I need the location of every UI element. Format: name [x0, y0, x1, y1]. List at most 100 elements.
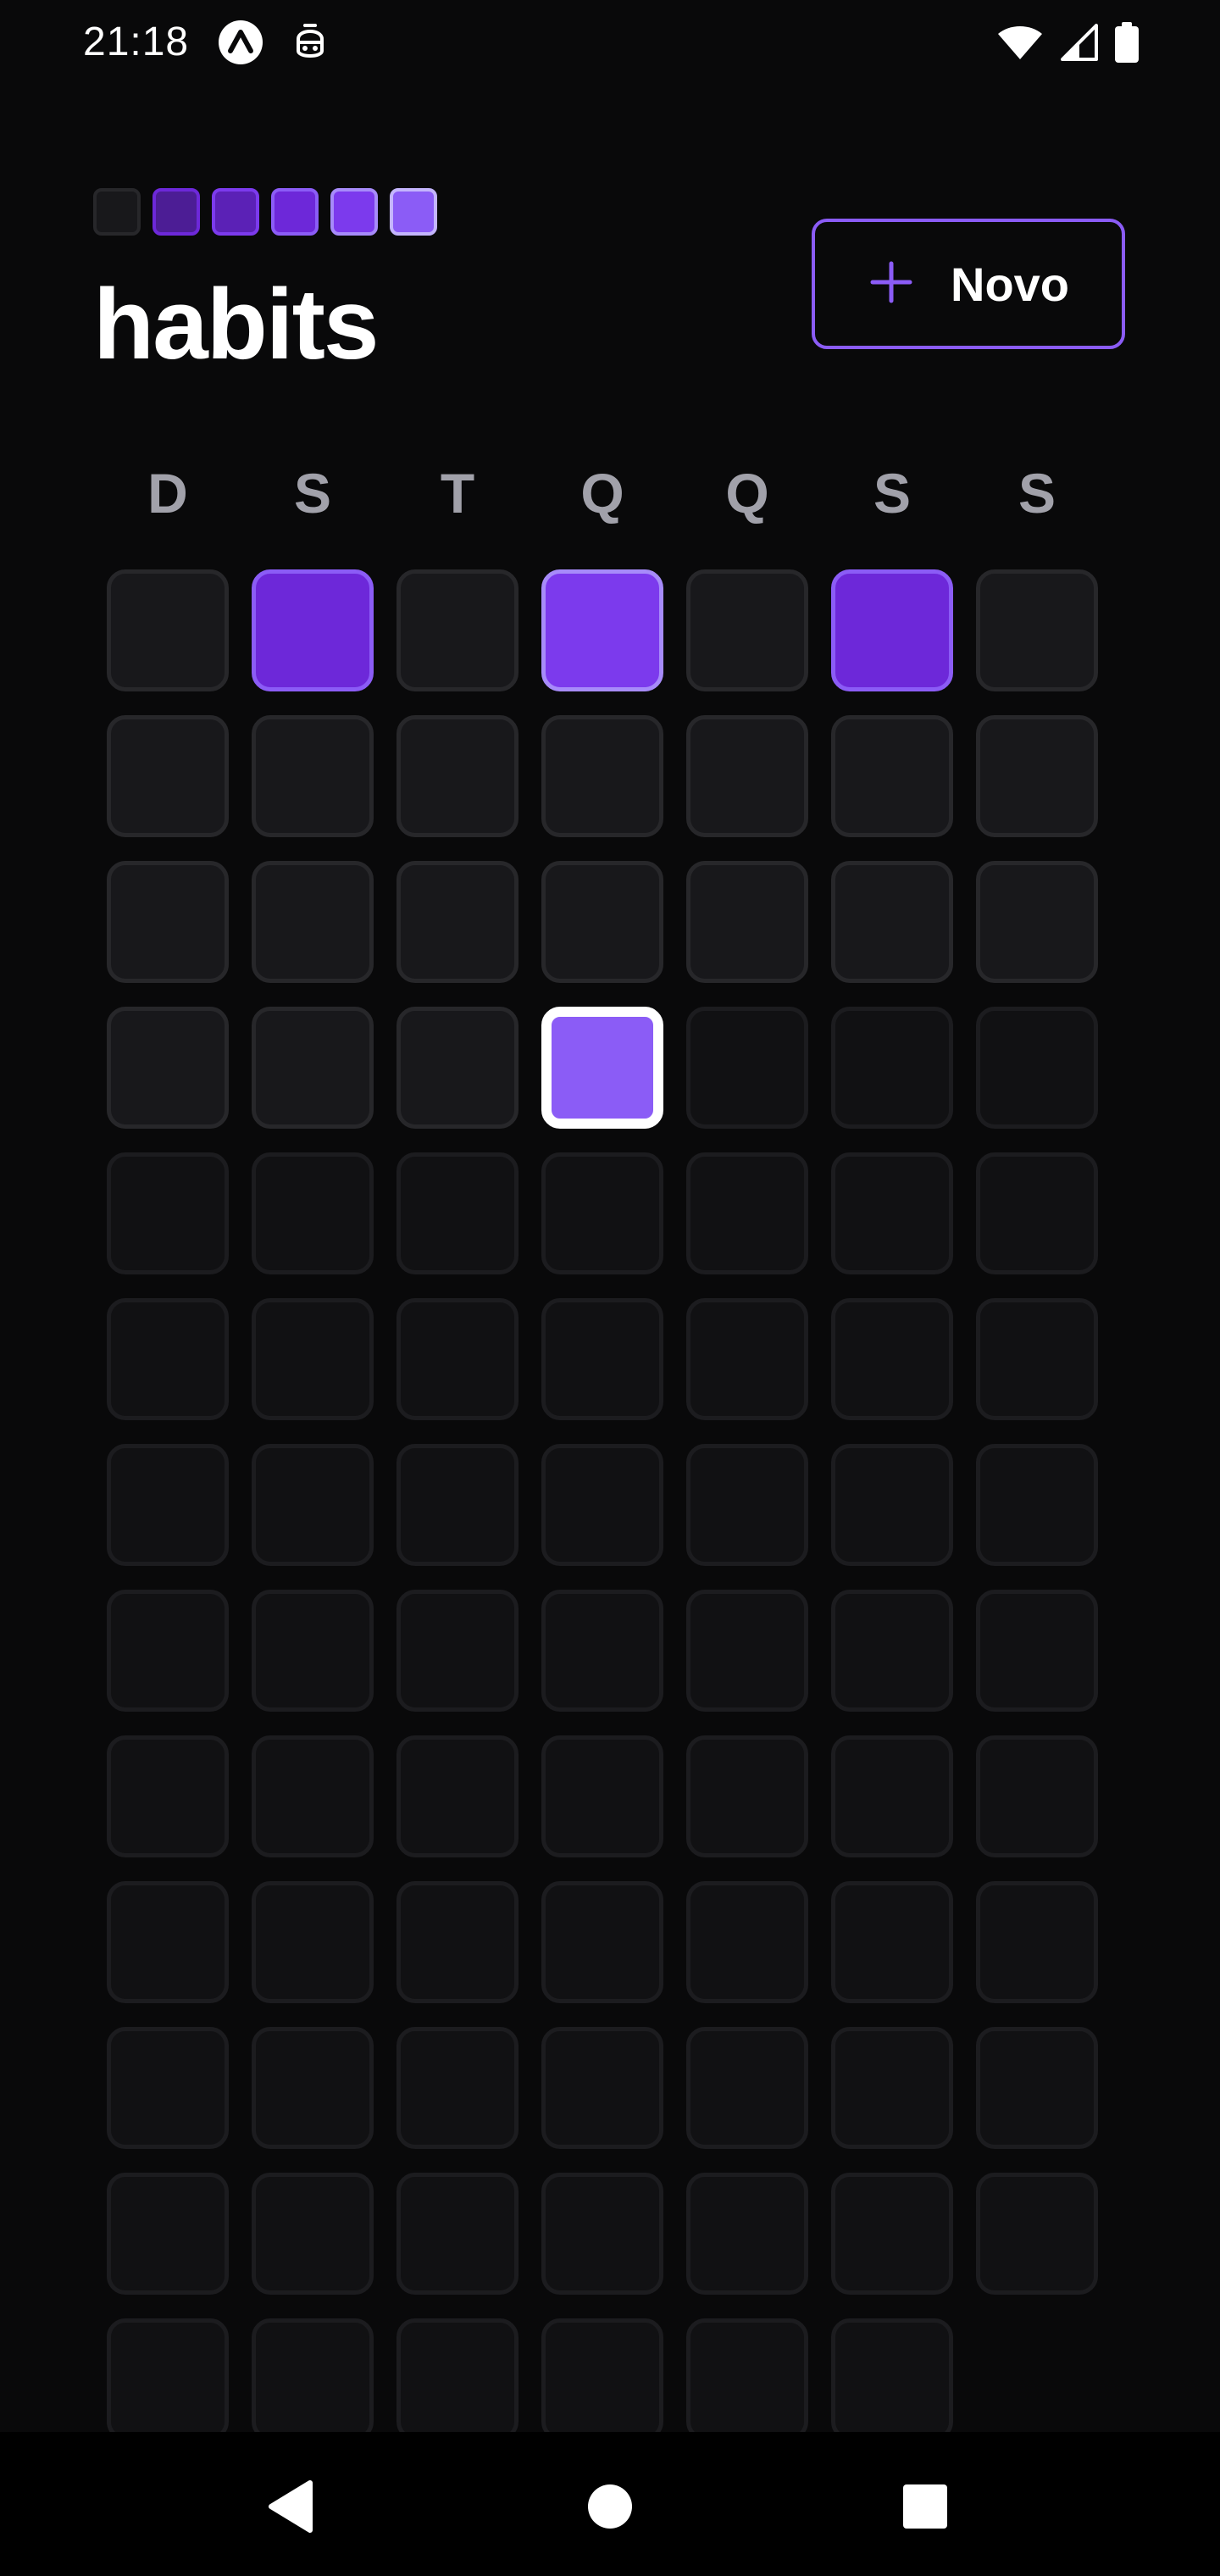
- status-bar: 21:18: [0, 0, 1220, 85]
- future-day-cell: [107, 1444, 229, 1566]
- habit-day-cell[interactable]: [976, 569, 1098, 691]
- habit-day-cell[interactable]: [396, 861, 518, 983]
- recents-button[interactable]: [895, 2476, 956, 2537]
- week-day-label: S: [873, 462, 912, 525]
- week-day-label: D: [147, 462, 188, 525]
- future-day-cell: [252, 1152, 374, 1274]
- future-day-cell: [252, 1735, 374, 1857]
- future-day-cell: [396, 1881, 518, 2003]
- future-day-cell: [686, 1881, 808, 2003]
- future-day-cell: [686, 1735, 808, 1857]
- habit-day-cell[interactable]: [396, 1007, 518, 1129]
- home-icon: [588, 2484, 632, 2529]
- logo-square: [330, 188, 378, 236]
- future-day-cell: [541, 1881, 663, 2003]
- habit-day-cell[interactable]: [976, 715, 1098, 837]
- future-day-cell: [831, 1298, 953, 1420]
- future-day-cell: [541, 2027, 663, 2149]
- future-day-cell: [541, 1590, 663, 1712]
- future-day-cell: [976, 2027, 1098, 2149]
- navigation-bar: [0, 2432, 1220, 2576]
- battery-icon: [1115, 22, 1139, 63]
- future-day-cell: [686, 2318, 808, 2440]
- future-day-cell: [976, 1444, 1098, 1566]
- habit-day-cell[interactable]: [107, 1007, 229, 1129]
- future-day-cell: [252, 1298, 374, 1420]
- habit-day-cell[interactable]: [252, 1007, 374, 1129]
- expo-go-icon: [217, 19, 264, 66]
- future-day-cell: [107, 1298, 229, 1420]
- future-day-cell: [686, 1152, 808, 1274]
- habit-day-cell[interactable]: [686, 861, 808, 983]
- future-day-cell: [976, 1298, 1098, 1420]
- habit-day-cell[interactable]: [396, 569, 518, 691]
- habit-day-cell[interactable]: [252, 861, 374, 983]
- habit-day-cell[interactable]: [831, 715, 953, 837]
- habit-day-cell[interactable]: [976, 861, 1098, 983]
- future-day-cell: [686, 2027, 808, 2149]
- future-day-cell: [252, 1444, 374, 1566]
- future-day-cell: [541, 1735, 663, 1857]
- wifi-icon: [996, 24, 1044, 61]
- future-day-cell: [686, 1007, 808, 1129]
- habit-day-cell[interactable]: [107, 715, 229, 837]
- habit-day-cell[interactable]: [396, 715, 518, 837]
- habit-day-cell[interactable]: [107, 569, 229, 691]
- future-day-cell: [396, 1152, 518, 1274]
- habit-day-cell[interactable]: [107, 861, 229, 983]
- cellular-signal-icon: [1061, 24, 1098, 61]
- future-day-cell: [252, 1881, 374, 2003]
- habit-day-cell[interactable]: [252, 715, 374, 837]
- logo-square: [152, 188, 200, 236]
- today-day-cell[interactable]: [541, 1007, 663, 1129]
- week-day-label: Q: [725, 462, 769, 525]
- future-day-cell: [976, 1152, 1098, 1274]
- back-button[interactable]: [261, 2476, 322, 2537]
- habit-day-cell[interactable]: [541, 861, 663, 983]
- future-day-cell: [686, 1444, 808, 1566]
- future-day-cell: [396, 2318, 518, 2440]
- home-button[interactable]: [580, 2476, 640, 2537]
- future-day-cell: [252, 1590, 374, 1712]
- plus-icon: [868, 258, 915, 310]
- future-day-cell: [107, 1881, 229, 2003]
- future-day-cell: [831, 1735, 953, 1857]
- logo-square: [390, 188, 437, 236]
- app-logo: [93, 188, 437, 236]
- bot-notification-icon: [286, 19, 334, 66]
- completed-day-cell[interactable]: [831, 569, 953, 691]
- habit-day-cell[interactable]: [686, 715, 808, 837]
- future-day-cell: [107, 2027, 229, 2149]
- future-day-cell: [541, 2173, 663, 2295]
- future-day-cell: [686, 1590, 808, 1712]
- future-day-cell: [541, 1444, 663, 1566]
- future-day-cell: [831, 2027, 953, 2149]
- logo-square: [212, 188, 259, 236]
- future-day-cell: [107, 1152, 229, 1274]
- habit-day-cell[interactable]: [831, 861, 953, 983]
- future-day-cell: [396, 2027, 518, 2149]
- completed-day-cell[interactable]: [252, 569, 374, 691]
- app-title: habits: [93, 269, 379, 380]
- future-day-cell: [541, 2318, 663, 2440]
- future-day-cell: [107, 1590, 229, 1712]
- future-day-cell: [396, 1590, 518, 1712]
- future-day-cell: [252, 2318, 374, 2440]
- completed-day-cell[interactable]: [541, 569, 663, 691]
- habit-day-cell[interactable]: [541, 715, 663, 837]
- habit-day-cell[interactable]: [686, 569, 808, 691]
- logo-square: [271, 188, 319, 236]
- future-day-cell: [976, 2173, 1098, 2295]
- week-day-label: S: [1018, 462, 1056, 525]
- back-icon: [269, 2480, 313, 2533]
- week-day-label: T: [440, 462, 475, 525]
- recents-icon: [903, 2484, 947, 2529]
- future-day-cell: [396, 1735, 518, 1857]
- future-day-cell: [831, 1152, 953, 1274]
- week-day-header: D S T Q Q S S: [107, 458, 1100, 529]
- future-day-cell: [541, 1152, 663, 1274]
- new-habit-button[interactable]: Novo: [812, 219, 1125, 349]
- future-day-cell: [976, 1881, 1098, 2003]
- future-day-cell: [831, 1444, 953, 1566]
- future-day-cell: [396, 1298, 518, 1420]
